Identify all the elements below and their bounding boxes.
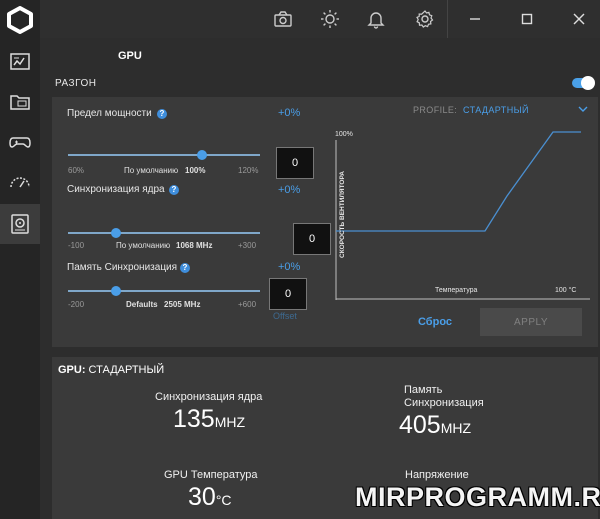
chevron-down-icon[interactable] <box>578 104 588 114</box>
power-limit-slider-track[interactable] <box>68 154 260 156</box>
core-clock-label: Синхронизация ядра <box>67 184 165 195</box>
power-limit-percent: +0% <box>278 107 301 119</box>
memory-clock-max-label: +600 <box>238 300 257 309</box>
fan-chart-xlabel: Температура <box>435 287 478 294</box>
fan-curve-line[interactable] <box>336 131 581 232</box>
bell-icon[interactable] <box>366 9 386 29</box>
power-limit-value-input[interactable]: 0 <box>276 147 314 179</box>
title-bar-divider <box>447 0 448 38</box>
core-clock-stat-unit: MHZ <box>214 414 246 430</box>
gpu-temp-stat-value: 30°C <box>188 483 232 512</box>
title-bar <box>40 0 600 38</box>
core-clock-slider-track[interactable] <box>68 232 260 234</box>
core-clock-min-label: -100 <box>68 241 85 250</box>
power-limit-label: Предел мощности <box>67 108 152 119</box>
gpu-temp-stat-number: 30 <box>188 483 216 511</box>
app-logo-icon[interactable] <box>6 6 34 34</box>
core-clock-stat-number: 135 <box>173 405 215 433</box>
memory-clock-min-label: -200 <box>68 300 85 309</box>
memory-clock-default-prefix: Defaults <box>126 300 158 309</box>
maximize-icon <box>521 13 533 25</box>
minimize-icon <box>470 18 480 20</box>
fan-chart-ylabel: СКОРОСТЬ ВЕНТИЛЯТОРА <box>339 171 346 258</box>
brightness-icon[interactable] <box>320 9 340 29</box>
core-clock-slider-handle[interactable] <box>111 228 121 238</box>
profile-label: PROFILE: <box>413 105 458 115</box>
page-title: GPU <box>118 50 142 62</box>
gear-icon[interactable] <box>415 9 435 29</box>
dashboard-icon <box>10 53 30 70</box>
memory-clock-stat-label-line2: Синхронизация <box>404 397 484 409</box>
power-limit-min-label: 60% <box>68 166 85 175</box>
memory-clock-stat-value: 405MHZ <box>399 411 471 440</box>
core-clock-stat-value: 135MHZ <box>173 405 245 434</box>
sidebar-item-overclock[interactable] <box>0 162 40 202</box>
fan-chart-xmax-label: 100 °C <box>555 286 576 294</box>
memory-clock-label: Память Синхронизация <box>67 262 178 273</box>
maximize-button[interactable] <box>502 0 552 38</box>
core-clock-value-input[interactable]: 0 <box>293 223 331 255</box>
sidebar-item-gaming[interactable] <box>0 122 40 162</box>
memory-clock-stat-number: 405 <box>399 411 441 439</box>
sidebar-item-dashboard[interactable] <box>0 42 40 82</box>
camera-icon[interactable] <box>273 9 293 29</box>
core-clock-default-value: 1068 MHz <box>176 241 213 250</box>
speedometer-icon <box>10 177 30 188</box>
help-icon[interactable]: ? <box>169 185 179 195</box>
gpu-status-title-profile: СТАДАРТНЫЙ <box>85 364 165 376</box>
offset-label: Offset <box>273 311 297 321</box>
gpu-temp-stat-unit: °C <box>215 492 232 508</box>
disk-icon <box>11 214 29 234</box>
core-clock-default-prefix: По умолчанию <box>116 241 171 250</box>
core-clock-max-label: +300 <box>238 241 257 250</box>
reset-button[interactable]: Сброс <box>418 316 452 328</box>
gpu-status-title: GPU: СТАДАРТНЫЙ <box>58 364 164 376</box>
memory-clock-stat-unit: MHZ <box>440 420 472 436</box>
folder-icon <box>10 95 30 110</box>
power-limit-default-prefix: По умолчанию <box>124 166 179 175</box>
fan-chart-ymax-label: 100% <box>335 131 353 138</box>
power-limit-default-value: 100% <box>185 166 206 175</box>
gpu-temp-stat-label: GPU Температура <box>164 469 258 481</box>
apply-button[interactable]: APPLY <box>480 308 582 336</box>
watermark-text: MIRPROGRAMM.RU <box>355 482 600 512</box>
profile-dropdown[interactable]: СТАДАРТНЫЙ <box>463 105 529 115</box>
sidebar-item-files[interactable] <box>0 82 40 122</box>
voltage-stat-label: Напряжение <box>405 469 469 481</box>
sidebar-item-gpu[interactable] <box>0 204 40 244</box>
core-clock-percent: +0% <box>278 184 301 196</box>
overclock-section-label: РАЗГОН <box>55 78 97 89</box>
memory-clock-slider-handle[interactable] <box>111 286 121 296</box>
close-icon <box>573 13 585 25</box>
fan-curve-chart[interactable]: 100% Температура 100 °C СКОРОСТЬ ВЕНТИЛЯ… <box>335 128 590 300</box>
memory-clock-percent: +0% <box>278 261 301 273</box>
minimize-button[interactable] <box>450 0 500 38</box>
overclock-toggle[interactable] <box>572 76 595 90</box>
memory-clock-stat-label-line1: Память <box>404 384 443 396</box>
sidebar <box>0 0 40 519</box>
gpu-status-title-bold: GPU: <box>58 364 86 376</box>
help-icon[interactable]: ? <box>180 263 190 273</box>
gamepad-icon <box>9 137 31 148</box>
memory-clock-default-value: 2505 MHz <box>164 300 201 309</box>
core-clock-stat-label: Синхронизация ядра <box>155 391 263 403</box>
close-button[interactable] <box>554 0 600 38</box>
memory-clock-slider-track[interactable] <box>68 290 260 292</box>
power-limit-max-label: 120% <box>238 166 259 175</box>
memory-clock-value-input[interactable]: 0 <box>269 278 307 310</box>
help-icon[interactable]: ? <box>157 109 167 119</box>
